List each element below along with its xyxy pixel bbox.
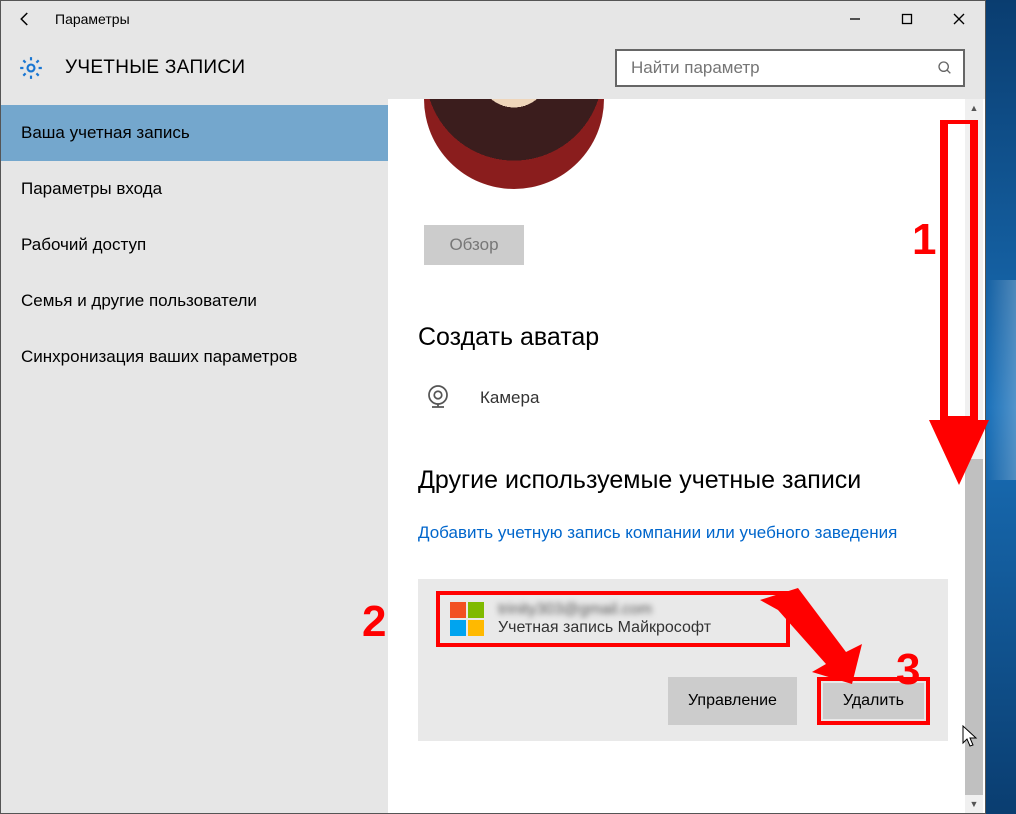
camera-option[interactable]: Камера — [420, 380, 985, 416]
camera-label: Камера — [480, 388, 539, 408]
annotation-number-2: 2 — [362, 597, 386, 647]
account-entry[interactable]: trinity303@gmail.com Учетная запись Майк… — [436, 591, 790, 647]
settings-sidebar: Ваша учетная запись Параметры входа Рабо… — [1, 99, 388, 813]
create-avatar-heading: Создать аватар — [418, 323, 985, 352]
scroll-up-arrow-icon[interactable]: ▲ — [965, 99, 983, 117]
close-icon — [953, 13, 965, 25]
other-accounts-heading: Другие используемые учетные записи — [418, 466, 985, 495]
maximize-icon — [901, 13, 913, 25]
window-title: Параметры — [49, 11, 130, 27]
scroll-down-arrow-icon[interactable]: ▼ — [965, 795, 983, 813]
sidebar-item-signin-options[interactable]: Параметры входа — [1, 161, 388, 217]
page-title: УЧЕТНЫЕ ЗАПИСИ — [45, 57, 245, 79]
browse-button[interactable]: Обзор — [424, 225, 524, 265]
sidebar-item-work-access[interactable]: Рабочий доступ — [1, 217, 388, 273]
settings-content: Обзор Создать аватар Камера Другие испол… — [388, 99, 985, 813]
annotation-arrow-to-delete — [760, 588, 870, 688]
settings-header: УЧЕТНЫЕ ЗАПИСИ — [1, 37, 985, 99]
annotation-number-1: 1 — [912, 215, 936, 265]
cursor-icon — [962, 725, 978, 747]
search-box[interactable] — [615, 49, 965, 87]
search-input[interactable] — [629, 57, 937, 79]
sidebar-item-your-account[interactable]: Ваша учетная запись — [1, 105, 388, 161]
minimize-icon — [849, 13, 861, 25]
scroll-thumb[interactable] — [965, 459, 983, 809]
sidebar-item-sync-settings[interactable]: Синхронизация ваших параметров — [1, 329, 388, 385]
gear-icon — [17, 54, 45, 82]
account-type: Учетная запись Майкрософт — [498, 619, 711, 637]
avatar — [424, 99, 604, 189]
annotation-number-3: 3 — [896, 645, 920, 695]
maximize-button[interactable] — [881, 1, 933, 37]
minimize-button[interactable] — [829, 1, 881, 37]
back-button[interactable] — [1, 1, 49, 37]
microsoft-logo-icon — [450, 602, 484, 636]
close-button[interactable] — [933, 1, 985, 37]
account-email: trinity303@gmail.com — [498, 601, 711, 619]
back-arrow-icon — [16, 10, 34, 28]
annotation-arrow-1 — [924, 120, 994, 490]
camera-icon — [420, 380, 456, 416]
add-account-link[interactable]: Добавить учетную запись компании или уче… — [418, 523, 985, 543]
settings-window: Параметры УЧЕТНЫЕ ЗАПИСИ — [0, 0, 986, 814]
sidebar-item-family-users[interactable]: Семья и другие пользователи — [1, 273, 388, 329]
search-icon — [937, 60, 953, 76]
titlebar: Параметры — [1, 1, 985, 37]
